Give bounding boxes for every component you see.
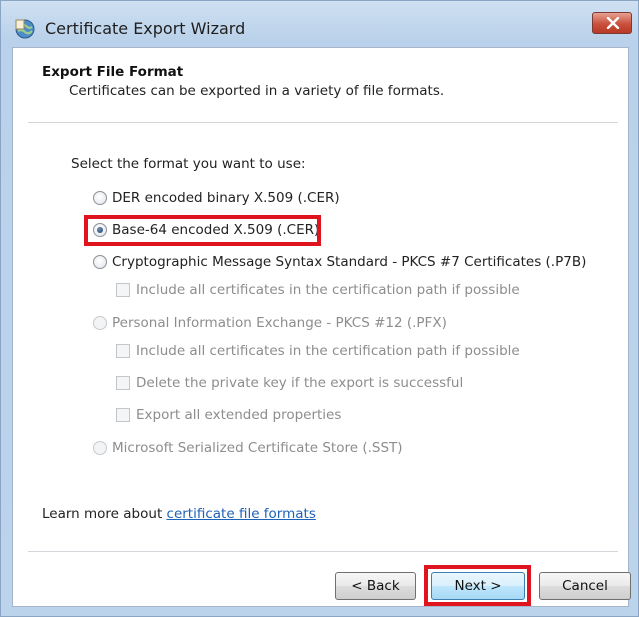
page-title: Export File Format <box>42 64 184 80</box>
checkbox-box[interactable] <box>116 344 130 358</box>
option-pfx-label: Personal Information Exchange - PKCS #12… <box>112 315 447 331</box>
learn-more-prefix: Learn more about <box>42 506 167 522</box>
certificate-icon <box>14 18 36 40</box>
radio-sst[interactable] <box>93 441 107 455</box>
certificate-export-wizard-window: Certificate Export Wizard Export File Fo… <box>0 0 639 617</box>
certificate-file-formats-link[interactable]: certificate file formats <box>167 506 316 522</box>
checkbox-label: Export all extended properties <box>136 407 342 423</box>
learn-more-text: Learn more about certificate file format… <box>42 506 316 522</box>
option-der[interactable]: DER encoded binary X.509 (.CER) <box>93 190 340 206</box>
title-bar[interactable]: Certificate Export Wizard <box>1 1 638 47</box>
back-button[interactable]: < Back <box>335 572 416 600</box>
format-prompt: Select the format you want to use: <box>71 156 306 172</box>
highlight-box-next <box>424 565 531 606</box>
close-icon <box>606 17 620 29</box>
header-divider <box>28 122 618 124</box>
radio-pfx[interactable] <box>93 316 107 330</box>
radio-pkcs7[interactable] <box>93 255 107 269</box>
checkbox-pfx-include-path[interactable]: Include all certificates in the certific… <box>116 343 520 359</box>
option-der-label: DER encoded binary X.509 (.CER) <box>112 190 340 206</box>
radio-der[interactable] <box>93 191 107 205</box>
checkbox-label: Include all certificates in the certific… <box>136 282 520 298</box>
checkbox-box[interactable] <box>116 408 130 422</box>
option-pfx[interactable]: Personal Information Exchange - PKCS #12… <box>93 315 447 331</box>
cancel-button[interactable]: Cancel <box>539 572 631 600</box>
option-pkcs7[interactable]: Cryptographic Message Syntax Standard - … <box>93 254 586 270</box>
checkbox-label: Delete the private key if the export is … <box>136 375 464 391</box>
checkbox-box[interactable] <box>116 283 130 297</box>
footer-divider <box>28 551 618 553</box>
checkbox-pfx-delete-key[interactable]: Delete the private key if the export is … <box>116 375 463 391</box>
checkbox-pfx-export-properties[interactable]: Export all extended properties <box>116 407 341 423</box>
close-button[interactable] <box>592 12 632 34</box>
highlight-box-base64 <box>84 215 321 246</box>
checkbox-p7b-include-path[interactable]: Include all certificates in the certific… <box>116 282 520 298</box>
page-subtitle: Certificates can be exported in a variet… <box>69 83 445 99</box>
wizard-page: Export File Format Certificates can be e… <box>12 47 631 607</box>
checkbox-box[interactable] <box>116 376 130 390</box>
checkbox-label: Include all certificates in the certific… <box>136 343 520 359</box>
option-sst[interactable]: Microsoft Serialized Certificate Store (… <box>93 440 403 456</box>
option-pkcs7-label: Cryptographic Message Syntax Standard - … <box>112 254 587 270</box>
option-sst-label: Microsoft Serialized Certificate Store (… <box>112 440 403 456</box>
window-title: Certificate Export Wizard <box>45 19 246 38</box>
